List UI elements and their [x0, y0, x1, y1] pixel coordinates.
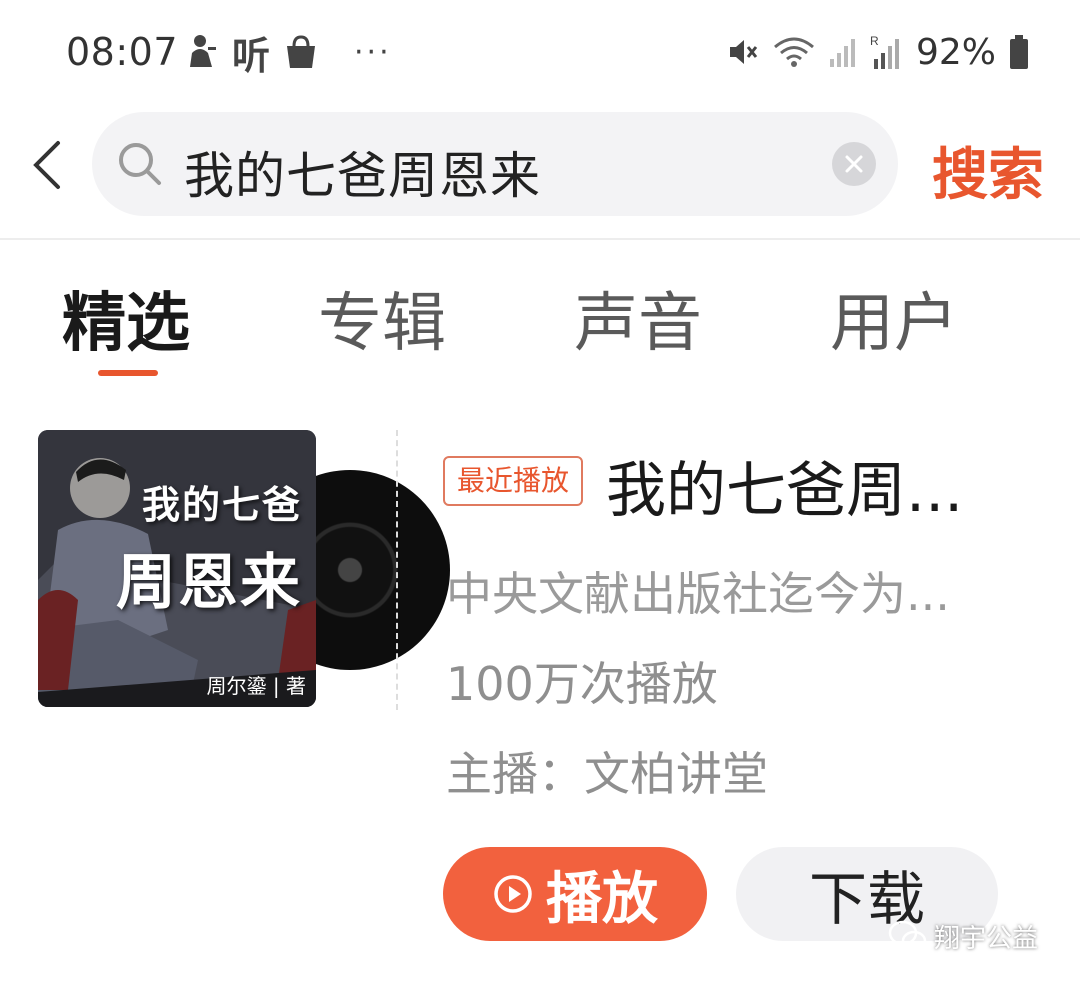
play-button-label: 播放	[546, 866, 658, 932]
battery-percentage: 92%	[915, 31, 996, 73]
battery-icon	[1008, 30, 1030, 74]
host-label: 主播：	[446, 747, 584, 801]
status-time: 08:07	[66, 30, 179, 74]
watermark-text: 翔宇公益	[934, 924, 1039, 954]
signal-icon	[828, 30, 858, 74]
person-notification-icon	[186, 30, 218, 74]
header-divider	[0, 238, 1080, 240]
wifi-icon	[772, 30, 816, 74]
cover-author: 周尔鎏 | 著	[206, 674, 306, 698]
status-bar: 08:07 听 ··· R 92%	[0, 0, 1080, 105]
album-play-count: 100万次播放	[446, 657, 718, 711]
mute-icon	[726, 30, 760, 74]
cover-title-line2: 周恩来	[116, 548, 302, 618]
tab-users[interactable]: 用户	[830, 272, 958, 364]
roaming-signal-icon: R	[870, 30, 904, 74]
tab-albums[interactable]: 专辑	[318, 272, 446, 364]
cover-title-line1: 我的七爸	[141, 483, 302, 527]
album-description: 中央文献出版社迄今为...	[446, 567, 950, 621]
recently-played-badge: 最近播放	[443, 456, 584, 506]
shopping-bag-icon	[284, 30, 318, 74]
tab-sounds[interactable]: 声音	[574, 272, 702, 364]
tab-featured[interactable]: 精选	[62, 272, 190, 364]
search-query-text: 我的七爸周恩来	[184, 147, 541, 205]
search-icon	[114, 138, 166, 190]
search-submit-button[interactable]: 搜索	[932, 130, 1044, 211]
more-notifications-icon: ···	[354, 34, 392, 70]
listen-app-icon: 听	[232, 33, 271, 78]
play-button[interactable]: 播放	[443, 847, 707, 941]
wechat-icon	[888, 920, 927, 951]
cover-divider	[396, 430, 398, 710]
clear-search-icon[interactable]	[832, 142, 876, 186]
status-notifications: 听 ···	[186, 30, 392, 78]
album-cover[interactable]: 我的七爸 周恩来 周尔鎏 | 著	[38, 430, 316, 707]
album-title[interactable]: 我的七爸周...	[606, 442, 963, 529]
search-input[interactable]: 我的七爸周恩来	[92, 112, 898, 216]
status-system-icons: R 92%	[726, 30, 1030, 74]
host-name[interactable]: 文柏讲堂	[584, 747, 768, 801]
album-host: 主播：文柏讲堂	[446, 738, 768, 804]
back-arrow-icon[interactable]	[22, 135, 72, 195]
active-tab-indicator	[98, 370, 158, 376]
play-icon	[494, 875, 532, 913]
watermark: 翔宇公益	[888, 918, 1038, 955]
svg-text:R: R	[870, 34, 879, 48]
